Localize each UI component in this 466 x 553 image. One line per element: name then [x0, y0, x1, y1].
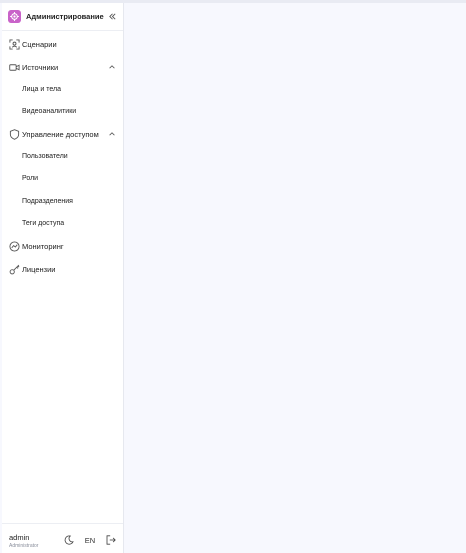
- sub-item-departments[interactable]: Подразделения: [2, 193, 123, 211]
- nav-label-access-control: Управление доступом: [22, 130, 99, 139]
- sidebar-footer: admin Administrator EN: [2, 523, 123, 553]
- sub-item-faces-bodies[interactable]: Лица и тела: [2, 81, 123, 99]
- nav-label-monitoring: Мониторинг: [22, 242, 64, 251]
- nav-item-licenses[interactable]: Лицензии: [2, 260, 123, 278]
- video-camera-icon: [8, 61, 20, 73]
- admin-app: Администрирование Сценарии Источники Лиц…: [0, 0, 466, 553]
- logout-icon: [106, 535, 116, 545]
- logout-button[interactable]: [105, 534, 117, 546]
- nav-item-monitoring[interactable]: Мониторинг: [2, 237, 123, 255]
- gear-icon: [8, 10, 21, 23]
- language-label: EN: [84, 535, 96, 545]
- language-switch-button[interactable]: EN: [82, 534, 98, 546]
- scan-icon: [8, 38, 20, 50]
- nav-item-access-control[interactable]: Управление доступом: [2, 125, 123, 143]
- double-chevron-left-icon: [108, 12, 117, 21]
- nav-item-sources[interactable]: Источники: [2, 58, 123, 76]
- sub-item-video-analytics[interactable]: Видеоаналитики: [2, 103, 123, 121]
- sub-item-label: Теги доступа: [22, 220, 65, 227]
- chevron-up-icon: [106, 61, 118, 73]
- sub-item-label: Подразделения: [22, 198, 73, 205]
- sub-item-label: Видеоаналитики: [22, 108, 77, 115]
- nav-label-licenses: Лицензии: [22, 265, 56, 274]
- sub-item-roles[interactable]: Роли: [2, 170, 123, 188]
- monitoring-icon: [8, 240, 20, 252]
- chevron-up-icon: [106, 128, 118, 140]
- nav-label-scenarios: Сценарии: [22, 40, 57, 49]
- user-role: Administrator: [9, 543, 39, 549]
- sub-item-users[interactable]: Пользователи: [2, 148, 123, 166]
- theme-toggle-button[interactable]: [63, 534, 75, 546]
- app-title: Администрирование: [26, 12, 104, 21]
- key-icon: [8, 263, 20, 275]
- nav-label-sources: Источники: [22, 63, 59, 72]
- sidebar: Администрирование Сценарии Источники Лиц…: [2, 3, 124, 553]
- moon-icon: [64, 535, 74, 545]
- collapse-sidebar-button[interactable]: [106, 10, 118, 22]
- user-name: admin: [9, 533, 30, 542]
- sub-item-label: Пользователи: [22, 153, 68, 160]
- main-content: [125, 3, 466, 553]
- sub-item-access-tags[interactable]: Теги доступа: [2, 215, 123, 233]
- sidebar-header: Администрирование: [2, 3, 123, 31]
- sub-item-label: Лица и тела: [22, 86, 61, 93]
- shield-icon: [8, 128, 20, 140]
- sub-item-label: Роли: [22, 175, 39, 182]
- nav-item-scenarios[interactable]: Сценарии: [2, 35, 123, 53]
